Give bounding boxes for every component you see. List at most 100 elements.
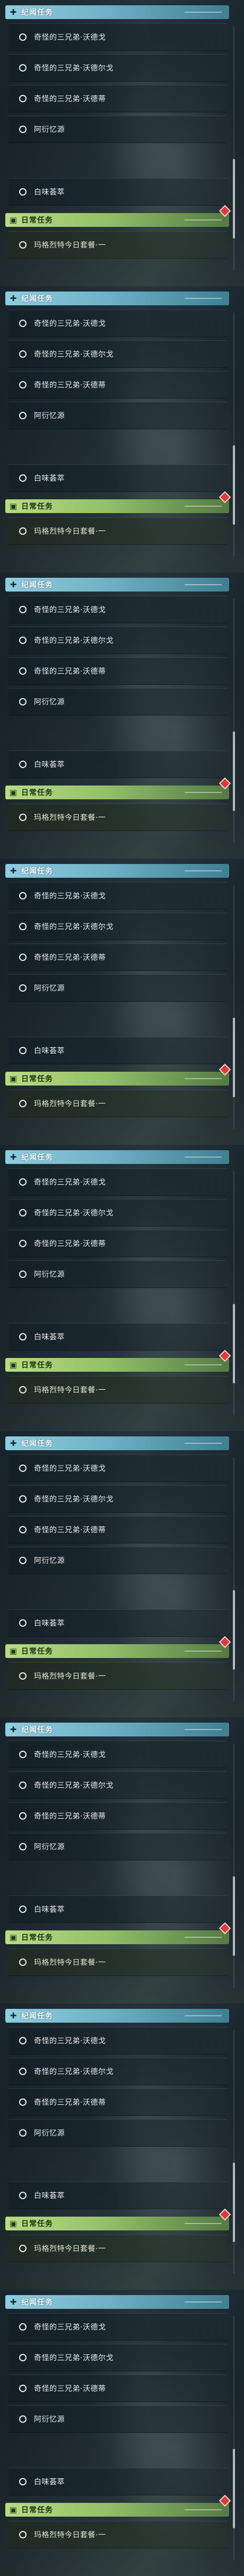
quest-item[interactable]: 奇怪的三兄弟·沃德尔戈 — [8, 2344, 227, 2371]
story-quest-header[interactable]: ✚ 纪闻任务 — [5, 2009, 229, 2023]
quest-item[interactable]: 奇怪的三兄弟·沃德尔戈 — [8, 340, 227, 368]
quest-item[interactable]: 奇怪的三兄弟·沃德蒂 — [8, 943, 227, 971]
daily-quest-item[interactable]: 玛格烈特今日套餐·一 — [8, 1376, 227, 1404]
quest-item[interactable]: 白味荟萃 — [8, 2468, 227, 2495]
daily-quest-item[interactable]: 玛格烈特今日套餐·一 — [8, 1090, 227, 1117]
quest-item[interactable]: 奇怪的三兄弟·沃德尔戈 — [8, 2058, 227, 2085]
daily-quest-header[interactable]: ▣ 日常任务 — [5, 1644, 229, 1658]
quest-item[interactable]: 奇怪的三兄弟·沃德戈 — [8, 2313, 227, 2341]
daily-quest-item[interactable]: 玛格烈特今日套餐·一 — [8, 1662, 227, 1690]
quest-item[interactable]: 阿衍忆源 — [8, 688, 227, 716]
quest-item[interactable]: 阿衍忆源 — [8, 1833, 227, 1860]
daily-quest-header[interactable]: ▣ 日常任务 — [5, 2217, 229, 2230]
quest-item[interactable]: 白味荟萃 — [8, 1037, 227, 1064]
quest-item-label: 白味荟萃 — [34, 1333, 65, 1342]
quest-item[interactable]: 奇怪的三兄弟·沃德尔戈 — [8, 1485, 227, 1513]
quest-item[interactable]: 阿衍忆源 — [8, 1547, 227, 1574]
scrollbar-thumb[interactable] — [233, 1876, 235, 1956]
quest-radio-icon — [19, 2478, 27, 2485]
story-quest-header[interactable]: ✚ 纪闻任务 — [5, 292, 229, 305]
quest-item[interactable]: 奇怪的三兄弟·沃德戈 — [8, 2027, 227, 2054]
quest-item[interactable]: 白味荟萃 — [8, 1895, 227, 1923]
story-quest-header[interactable]: ✚ 纪闻任务 — [5, 1150, 229, 1164]
quest-item[interactable]: 奇怪的三兄弟·沃德尔戈 — [8, 1199, 227, 1227]
quest-panel: ✚ 纪闻任务 奇怪的三兄弟·沃德戈 奇怪的三兄弟·沃德尔戈 奇怪的三兄弟·沃德蒂… — [0, 859, 244, 1145]
quest-item[interactable]: 奇怪的三兄弟·沃德蒂 — [8, 1230, 227, 1257]
quest-item[interactable]: 奇怪的三兄弟·沃德尔戈 — [8, 1771, 227, 1799]
quest-item[interactable]: 奇怪的三兄弟·沃德蒂 — [8, 2375, 227, 2402]
scrollbar-thumb[interactable] — [233, 2163, 235, 2242]
header-divider — [185, 1157, 222, 1158]
scrollbar-thumb[interactable] — [233, 1304, 235, 1383]
daily-quest-item[interactable]: 玛格烈特今日套餐·一 — [8, 2235, 227, 2262]
story-quest-header[interactable]: ✚ 纪闻任务 — [5, 5, 229, 19]
quest-item[interactable]: 阿衍忆源 — [8, 402, 227, 429]
quest-item-label: 奇怪的三兄弟·沃德尔戈 — [34, 637, 114, 645]
story-quest-header[interactable]: ✚ 纪闻任务 — [5, 864, 229, 878]
quest-item[interactable]: 奇怪的三兄弟·沃德蒂 — [8, 657, 227, 685]
quest-item[interactable]: 奇怪的三兄弟·沃德戈 — [8, 1741, 227, 1768]
quest-item[interactable]: 奇怪的三兄弟·沃德戈 — [8, 1168, 227, 1196]
daily-quest-item[interactable]: 玛格烈特今日套餐·一 — [8, 231, 227, 259]
scrollbar-thumb[interactable] — [233, 2449, 235, 2528]
quest-item[interactable]: 白味荟萃 — [8, 1609, 227, 1637]
quest-radio-icon — [19, 892, 27, 899]
quest-item[interactable]: 奇怪的三兄弟·沃德戈 — [8, 23, 227, 51]
quest-item[interactable]: 白味荟萃 — [8, 464, 227, 492]
quest-item[interactable]: 奇怪的三兄弟·沃德戈 — [8, 882, 227, 910]
quest-radio-icon — [19, 2415, 27, 2423]
quest-item[interactable]: 奇怪的三兄弟·沃德蒂 — [8, 1516, 227, 1543]
quest-item[interactable]: 阿衍忆源 — [8, 2405, 227, 2433]
quest-item-label: 奇怪的三兄弟·沃德尔戈 — [34, 2354, 114, 2362]
daily-quest-header[interactable]: ▣ 日常任务 — [5, 213, 229, 227]
quest-item-label: 阿衍忆源 — [34, 1271, 65, 1279]
quest-item[interactable]: 阿衍忆源 — [8, 974, 227, 1002]
daily-quest-title: 日常任务 — [21, 1075, 53, 1083]
quest-item[interactable]: 阿衍忆源 — [8, 1260, 227, 1288]
quest-item-label: 白味荟萃 — [34, 1619, 65, 1628]
scrollbar-thumb[interactable] — [233, 731, 235, 811]
quest-radio-icon — [19, 606, 27, 613]
quest-radio-icon — [19, 188, 27, 196]
quest-item-label: 阿衍忆源 — [34, 1843, 65, 1851]
daily-quest-header[interactable]: ▣ 日常任务 — [5, 786, 229, 799]
daily-quest-header[interactable]: ▣ 日常任务 — [5, 1358, 229, 1372]
scrollbar-thumb[interactable] — [233, 445, 235, 525]
scrollbar-thumb[interactable] — [233, 1018, 235, 1097]
quest-item-label: 玛格烈特今日套餐·一 — [34, 2245, 106, 2253]
story-quest-header[interactable]: ✚ 纪闻任务 — [5, 1723, 229, 1736]
quest-item[interactable]: 奇怪的三兄弟·沃德蒂 — [8, 371, 227, 399]
quest-item[interactable]: 奇怪的三兄弟·沃德戈 — [8, 596, 227, 623]
daily-quest-header[interactable]: ▣ 日常任务 — [5, 499, 229, 513]
daily-quest-header[interactable]: ▣ 日常任务 — [5, 1072, 229, 1086]
story-quest-header[interactable]: ✚ 纪闻任务 — [5, 578, 229, 592]
story-quest-title: 纪闻任务 — [21, 867, 53, 876]
quest-item[interactable]: 白味荟萃 — [8, 751, 227, 778]
quest-item[interactable]: 奇怪的三兄弟·沃德蒂 — [8, 1802, 227, 1830]
quest-item[interactable]: 奇怪的三兄弟·沃德尔戈 — [8, 913, 227, 940]
story-quest-header[interactable]: ✚ 纪闻任务 — [5, 1436, 229, 1450]
quest-item[interactable]: 奇怪的三兄弟·沃德尔戈 — [8, 54, 227, 82]
quest-item[interactable]: 白味荟萃 — [8, 2182, 227, 2209]
quest-item[interactable]: 白味荟萃 — [8, 178, 227, 206]
daily-quest-item[interactable]: 玛格烈特今日套餐·一 — [8, 1948, 227, 1976]
quest-item[interactable]: 阿衍忆源 — [8, 2119, 227, 2147]
quest-item[interactable]: 奇怪的三兄弟·沃德蒂 — [8, 85, 227, 112]
scrollbar-thumb[interactable] — [233, 1590, 235, 1670]
story-quest-header[interactable]: ✚ 纪闻任务 — [5, 2295, 229, 2309]
daily-quest-header[interactable]: ▣ 日常任务 — [5, 2503, 229, 2517]
quest-item[interactable]: 奇怪的三兄弟·沃德戈 — [8, 1454, 227, 1482]
quest-item[interactable]: 奇怪的三兄弟·沃德蒂 — [8, 2088, 227, 2116]
quest-item-label: 奇怪的三兄弟·沃德尔戈 — [34, 1781, 114, 1790]
daily-quest-header[interactable]: ▣ 日常任务 — [5, 1930, 229, 1944]
quest-item[interactable]: 奇怪的三兄弟·沃德尔戈 — [8, 627, 227, 654]
quest-radio-icon — [19, 814, 27, 821]
daily-quest-item[interactable]: 玛格烈特今日套餐·一 — [8, 517, 227, 545]
plus-icon: ✚ — [10, 7, 17, 17]
quest-item[interactable]: 奇怪的三兄弟·沃德戈 — [8, 310, 227, 337]
daily-quest-item[interactable]: 玛格烈特今日套餐·一 — [8, 804, 227, 831]
quest-item[interactable]: 白味荟萃 — [8, 1323, 227, 1351]
daily-quest-item[interactable]: 玛格烈特今日套餐·一 — [8, 2521, 227, 2548]
scrollbar-thumb[interactable] — [233, 159, 235, 239]
quest-item[interactable]: 阿衍忆源 — [8, 116, 227, 143]
